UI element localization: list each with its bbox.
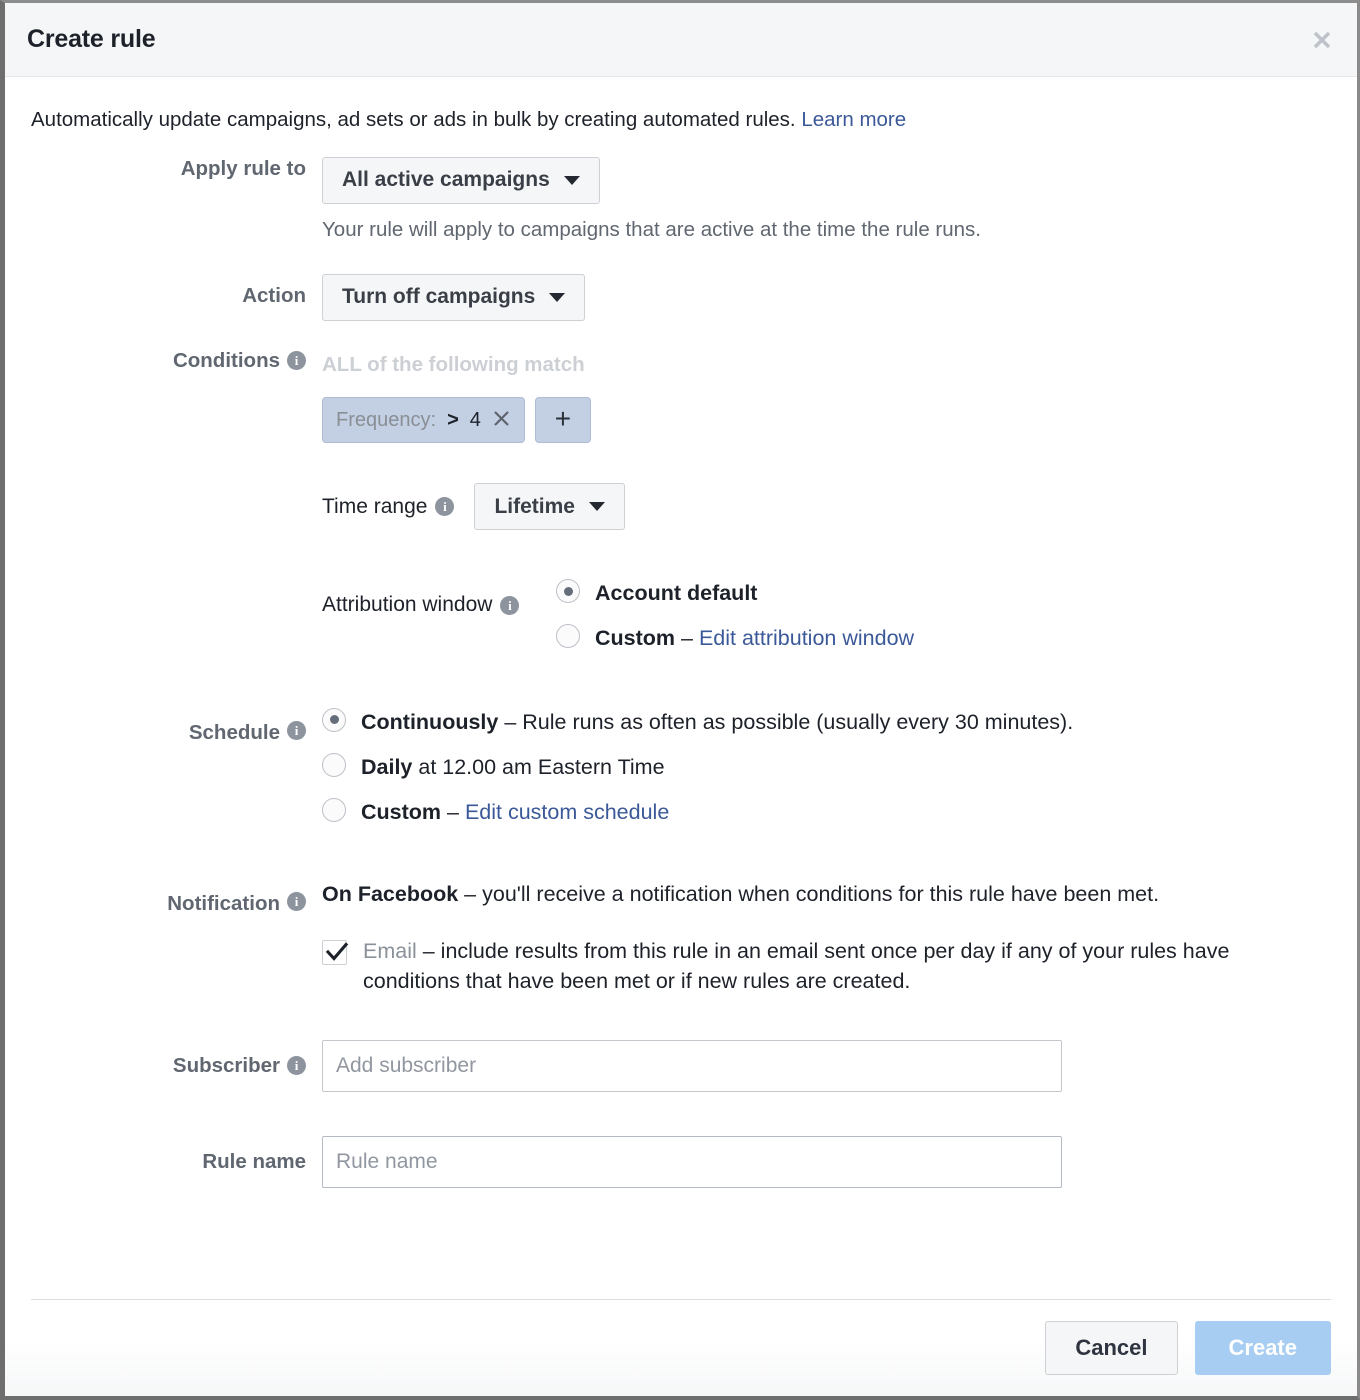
- cancel-button[interactable]: Cancel: [1045, 1321, 1178, 1375]
- conditions-pill-list: Frequency: > 4 +: [322, 397, 1357, 444]
- remove-condition-icon[interactable]: [492, 409, 511, 432]
- radio-button[interactable]: [322, 707, 346, 732]
- email-label: Email: [363, 938, 417, 963]
- close-icon[interactable]: [1309, 27, 1335, 53]
- radio-detail: at 12.00 am Eastern Time: [412, 754, 665, 779]
- condition-field: Frequency:: [336, 408, 437, 431]
- radio-button[interactable]: [322, 797, 346, 822]
- chevron-down-icon: [549, 292, 566, 302]
- chevron-down-icon: [563, 175, 580, 185]
- notification-on-facebook: On Facebook – you'll receive a notificat…: [322, 879, 1272, 910]
- email-description: Email – include results from this rule i…: [363, 936, 1313, 997]
- dialog-footer: Cancel Create: [5, 1300, 1357, 1396]
- dialog-header: Create rule: [5, 3, 1357, 77]
- attribution-window-label-group: Attribution window i: [322, 579, 556, 617]
- row-rule-name: Rule name: [5, 1135, 1357, 1188]
- apply-rule-to-label: Apply rule to: [180, 156, 306, 180]
- schedule-label-group: Schedule i: [5, 708, 322, 745]
- rule-name-input[interactable]: [322, 1135, 1062, 1188]
- radio-schedule-custom[interactable]: Custom – Edit custom schedule: [322, 797, 1357, 825]
- info-icon[interactable]: i: [287, 351, 306, 371]
- attribution-window-options: Account default Custom – Edit attributio…: [556, 579, 914, 651]
- row-action: Action Turn off campaigns: [5, 273, 1357, 321]
- action-value: Turn off campaigns: [342, 285, 536, 309]
- info-icon[interactable]: i: [287, 720, 306, 740]
- radio-label: Custom: [361, 799, 442, 824]
- apply-rule-to-helper: Your rule will apply to campaigns that a…: [322, 217, 982, 241]
- info-icon[interactable]: i: [287, 1056, 306, 1076]
- page-title: Create rule: [27, 25, 156, 53]
- row-schedule: Schedule i Continuously – Rule runs as o…: [5, 707, 1357, 826]
- intro-text: Automatically update campaigns, ad sets …: [31, 108, 1357, 133]
- time-range-dropdown[interactable]: Lifetime: [474, 483, 625, 531]
- attribution-window-label: Attribution window: [322, 593, 493, 617]
- row-apply-rule-to: Apply rule to All active campaigns Your …: [5, 156, 1357, 242]
- radio-button[interactable]: [556, 579, 580, 604]
- checkmark-icon: [325, 942, 349, 961]
- conditions-label: Conditions: [172, 348, 280, 372]
- rule-name-label: Rule name: [202, 1149, 306, 1173]
- dash: –: [675, 626, 699, 651]
- row-conditions: Conditions i ALL of the following match …: [5, 349, 1357, 652]
- chevron-down-icon: [588, 502, 605, 512]
- time-range-label: Time range: [322, 494, 428, 518]
- info-icon[interactable]: i: [500, 595, 520, 615]
- row-notification: Notification i On Facebook – you'll rece…: [5, 879, 1357, 997]
- notification-label-group: Notification i: [5, 879, 322, 916]
- radio-button[interactable]: [556, 624, 580, 649]
- info-icon[interactable]: i: [435, 497, 455, 517]
- subscriber-input[interactable]: [322, 1039, 1062, 1092]
- notification-email-row[interactable]: Email – include results from this rule i…: [322, 936, 1357, 997]
- radio-attribution-account-default[interactable]: Account default: [556, 579, 914, 606]
- row-time-range: Time range i Lifetime: [322, 483, 1357, 531]
- email-checkbox[interactable]: [322, 939, 349, 965]
- dash: –: [441, 799, 465, 824]
- radio-label: Custom: [595, 626, 676, 651]
- row-attribution-window: Attribution window i Account default Cus…: [322, 579, 1357, 651]
- rule-form: Apply rule to All active campaigns Your …: [5, 156, 1357, 1188]
- conditions-match-text: ALL of the following match: [322, 352, 585, 376]
- edit-custom-schedule-link[interactable]: Edit custom schedule: [465, 800, 669, 824]
- conditions-label-group: Conditions i: [5, 349, 322, 373]
- condition-operator: >: [447, 408, 459, 431]
- radio-label: Continuously: [361, 709, 499, 734]
- info-icon[interactable]: i: [287, 892, 306, 912]
- radio-schedule-continuously[interactable]: Continuously – Rule runs as often as pos…: [322, 707, 1357, 735]
- radio-schedule-daily[interactable]: Daily at 12.00 am Eastern Time: [322, 752, 1357, 780]
- condition-pill[interactable]: Frequency: > 4: [322, 397, 525, 444]
- radio-label: Account default: [595, 581, 758, 606]
- action-dropdown[interactable]: Turn off campaigns: [322, 273, 586, 321]
- add-condition-button[interactable]: +: [534, 397, 591, 444]
- schedule-options: Continuously – Rule runs as often as pos…: [322, 707, 1357, 826]
- on-facebook-label: On Facebook: [322, 882, 459, 907]
- notification-label: Notification: [167, 892, 280, 916]
- apply-rule-to-dropdown[interactable]: All active campaigns: [322, 156, 600, 204]
- action-label: Action: [242, 283, 306, 307]
- subscriber-label: Subscriber: [172, 1053, 280, 1077]
- row-subscriber: Subscriber i: [5, 1039, 1357, 1092]
- radio-detail: Rule runs as often as possible (usually …: [522, 709, 1074, 734]
- condition-value: 4: [469, 408, 481, 431]
- radio-button[interactable]: [322, 752, 346, 777]
- schedule-label: Schedule: [188, 720, 280, 744]
- edit-attribution-window-link[interactable]: Edit attribution window: [699, 626, 914, 650]
- email-text: – include results from this rule in an e…: [363, 938, 1230, 994]
- radio-attribution-custom[interactable]: Custom – Edit attribution window: [556, 624, 914, 651]
- learn-more-link[interactable]: Learn more: [801, 108, 906, 131]
- radio-label: Daily: [361, 754, 413, 779]
- intro-copy: Automatically update campaigns, ad sets …: [31, 108, 802, 131]
- apply-rule-to-value: All active campaigns: [342, 168, 550, 192]
- dash: –: [498, 709, 523, 734]
- time-range-value: Lifetime: [494, 494, 575, 518]
- dialog-body: Automatically update campaigns, ad sets …: [5, 77, 1357, 1299]
- create-rule-dialog: Create rule Automatically update campaig…: [0, 0, 1360, 1400]
- on-facebook-text: – you'll receive a notification when con…: [458, 882, 1160, 907]
- create-button[interactable]: Create: [1194, 1321, 1331, 1375]
- subscriber-label-group: Subscriber i: [5, 1054, 322, 1078]
- time-range-label-group: Time range i: [322, 494, 455, 519]
